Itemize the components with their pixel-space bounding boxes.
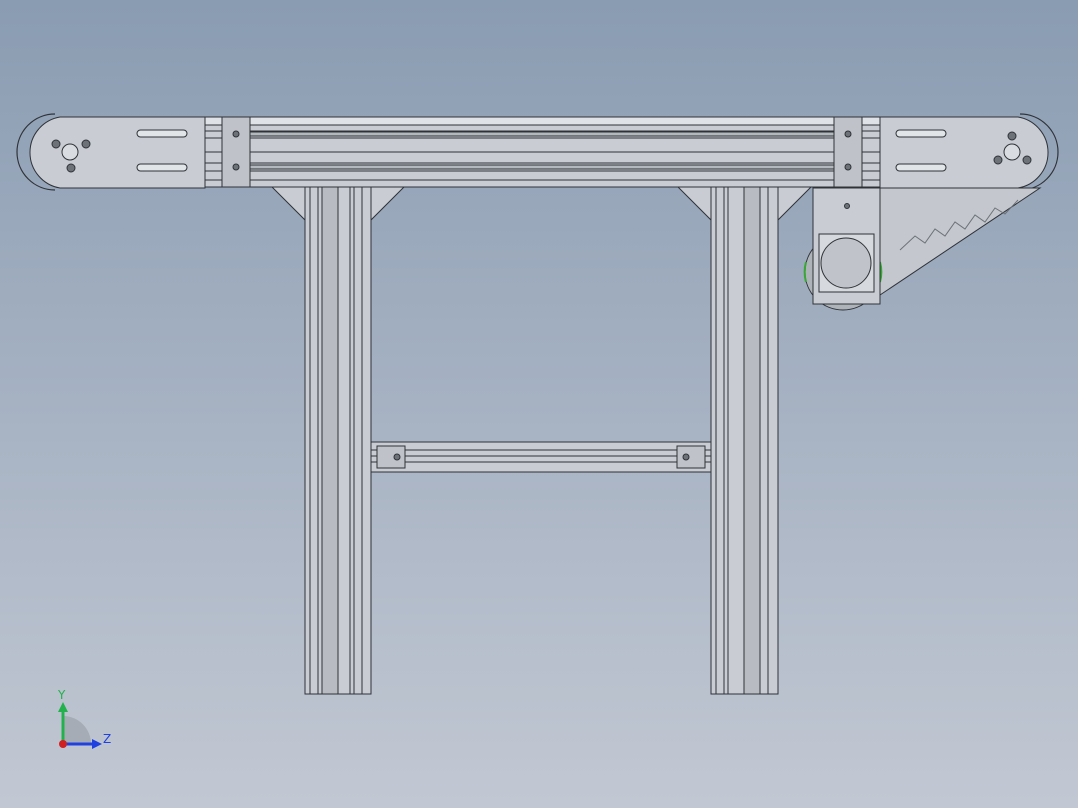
left-slot-upper xyxy=(136,129,188,138)
left-pulley-bolt-2 xyxy=(81,139,91,149)
motor-shaft-disc xyxy=(820,237,872,289)
left-pulley-hub xyxy=(61,143,79,161)
left-leg-inner-channel xyxy=(321,186,339,695)
cross-beam-bolt-right xyxy=(682,453,690,461)
cross-beam-bolt-left xyxy=(393,453,401,461)
left-clamp-bolt-2 xyxy=(232,163,240,171)
z-axis-label: Z xyxy=(103,732,112,746)
right-pulley-bolt-1 xyxy=(993,155,1003,165)
left-pulley-bolt-3 xyxy=(66,163,76,173)
right-pulley-hub xyxy=(1003,143,1021,161)
y-axis-label: Y xyxy=(58,688,66,702)
left-clamp-block xyxy=(221,116,251,188)
left-leg[interactable] xyxy=(304,186,372,695)
right-leg[interactable] xyxy=(710,186,779,695)
tension-rod-lower xyxy=(249,164,836,170)
tension-rod-upper xyxy=(249,131,836,137)
conveyor-top-assembly[interactable] xyxy=(16,113,1059,191)
right-pulley-bolt-3 xyxy=(1007,131,1017,141)
left-pulley-bolt-1 xyxy=(51,139,61,149)
motor-mount-hole xyxy=(844,203,850,209)
right-clamp-bolt-1 xyxy=(844,130,852,138)
right-clamp-block xyxy=(833,116,863,188)
conveyor-model-view[interactable] xyxy=(0,0,1078,808)
right-pulley-bolt-2 xyxy=(1022,155,1032,165)
left-slot-lower xyxy=(136,163,188,172)
cad-viewport[interactable]: Y Z xyxy=(0,0,1078,808)
cross-beam-bracket-right xyxy=(676,445,706,469)
cross-beam-profile xyxy=(370,441,712,473)
left-pulley-end xyxy=(29,116,206,189)
right-leg-inner-channel xyxy=(743,186,761,695)
right-slot-lower xyxy=(895,163,947,172)
cross-beam[interactable] xyxy=(370,441,712,473)
right-pulley-end xyxy=(879,116,1049,189)
cross-beam-bracket-left xyxy=(376,445,406,469)
right-slot-upper xyxy=(895,129,947,138)
x-axis-dot xyxy=(59,740,67,748)
belt-top-surface xyxy=(204,116,881,126)
right-clamp-bolt-2 xyxy=(844,163,852,171)
left-clamp-bolt-1 xyxy=(232,130,240,138)
